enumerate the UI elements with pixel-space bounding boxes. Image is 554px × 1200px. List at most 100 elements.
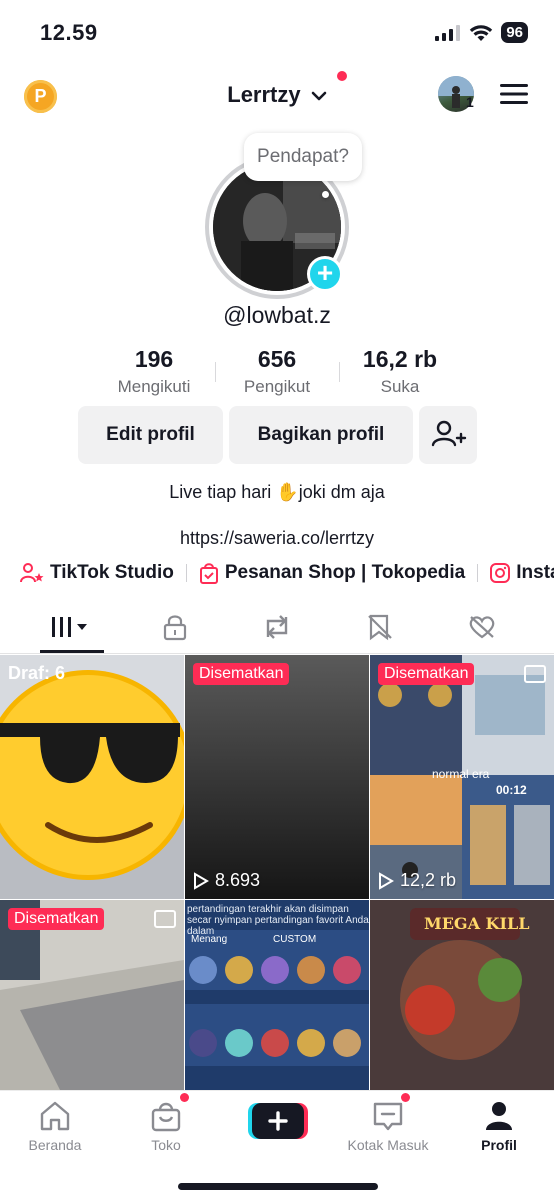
- nav-label: Beranda: [28, 1137, 82, 1153]
- shop-bag-icon: [151, 1102, 181, 1132]
- add-story-button[interactable]: +: [307, 256, 343, 292]
- stat-label: Suka: [380, 377, 420, 396]
- nav-shop[interactable]: Toko: [116, 1099, 216, 1153]
- person-star-icon: [20, 563, 44, 583]
- notification-dot: [180, 1093, 189, 1102]
- home-indicator[interactable]: [178, 1183, 378, 1190]
- video-game-results[interactable]: pertandingan terakhir akan disimpan seca…: [185, 900, 369, 1090]
- tab-liked[interactable]: [452, 610, 512, 644]
- notification-dot: [337, 71, 347, 81]
- nav-profile[interactable]: Profil: [449, 1099, 549, 1153]
- share-profile-button[interactable]: Bagikan profil: [229, 406, 413, 464]
- play-icon: [194, 871, 209, 890]
- drafts-thumbnail: [0, 655, 184, 899]
- hamburger-menu-icon[interactable]: [500, 82, 528, 106]
- inbox-icon: [373, 1102, 403, 1131]
- profile-header: P Lerrtzy 1: [0, 70, 554, 122]
- stat-value: 16,2 rb: [362, 346, 438, 372]
- shopping-bag-icon: [199, 563, 218, 584]
- overlay-text: pertandingan terakhir akan disimpan seca…: [187, 904, 369, 937]
- battery-indicator: 96: [501, 22, 528, 43]
- pinned-video-2[interactable]: Disematkan normal era 00:12 12,2 rb: [370, 655, 554, 899]
- stat-likes[interactable]: 16,2 rb Suka: [340, 346, 460, 397]
- create-button[interactable]: [248, 1103, 308, 1139]
- liked-icon: [469, 616, 495, 639]
- stat-following[interactable]: 196 Mengikuti: [94, 346, 214, 397]
- nav-label: Toko: [151, 1137, 181, 1153]
- status-icons: 96: [435, 22, 528, 43]
- video-mega-kill[interactable]: MEGA KILL: [370, 900, 554, 1090]
- wifi-icon: [470, 24, 493, 41]
- notification-dot: [401, 1093, 410, 1102]
- pinned-badge: Disematkan: [193, 663, 290, 685]
- repost-icon: [266, 615, 288, 639]
- view-count: 12,2 rb: [378, 870, 456, 891]
- videos-grid-icon: [52, 617, 87, 637]
- overlay-text: normal era: [432, 767, 490, 781]
- home-icon: [40, 1101, 70, 1131]
- instagram-icon: [490, 563, 511, 583]
- quick-link-shop-orders[interactable]: Pesanan Shop | Tokopedia: [199, 562, 465, 584]
- overlay-menang: Menang: [191, 934, 228, 945]
- stat-divider: [215, 362, 216, 382]
- add-person-icon: [431, 420, 467, 447]
- stat-value: 196: [134, 346, 174, 372]
- tab-reposts[interactable]: [247, 610, 307, 644]
- play-icon: [379, 871, 394, 890]
- add-friend-button[interactable]: [419, 406, 477, 464]
- overlay-custom: CUSTOM: [273, 934, 317, 945]
- profile-bio: Live tiap hari ✋️joki dm aja: [169, 482, 385, 502]
- profile-icon: [486, 1102, 512, 1130]
- stat-followers[interactable]: 656 Pengikut: [217, 346, 337, 397]
- quick-link-separator: [477, 564, 479, 582]
- stat-label: Pengikut: [243, 377, 311, 396]
- bottom-navigation: Beranda Toko Kotak Masuk Profil: [0, 1090, 554, 1200]
- quick-link-tiktok-studio[interactable]: TikTok Studio: [20, 562, 174, 584]
- chevron-down-icon: [311, 91, 327, 101]
- stat-value: 656: [257, 346, 297, 372]
- active-tab-indicator: [40, 650, 104, 653]
- quick-links: TikTok Studio Pesanan Shop | Tokopedia I…: [20, 560, 554, 586]
- nav-inbox[interactable]: Kotak Masuk: [338, 1099, 438, 1153]
- status-time: 12.59: [40, 20, 98, 45]
- drafts-cell[interactable]: Draf: 6: [0, 655, 184, 899]
- overlay-megakill: MEGA KILL: [424, 914, 530, 933]
- content-tabs: [0, 600, 554, 654]
- drafts-label: Draf: 6: [8, 663, 66, 683]
- bubble-tail-dot: [322, 191, 329, 198]
- status-bar: 12.59 96: [0, 0, 554, 64]
- quick-link-label: Pesanan Shop | Tokopedia: [224, 562, 466, 583]
- pinned-badge: Disematkan: [378, 663, 475, 685]
- photo-icon: [524, 665, 546, 683]
- quick-link-instagram[interactable]: Instag: [490, 562, 554, 584]
- profile-handle: @lowbat.z: [223, 302, 331, 328]
- tab-saved[interactable]: [350, 610, 410, 644]
- quick-link-label: TikTok Studio: [50, 562, 174, 583]
- signal-icon: [435, 24, 461, 41]
- profile-stats: 196 Mengikuti 656 Pengikut 16,2 rb Suka: [0, 346, 554, 402]
- saved-icon: [368, 614, 392, 641]
- tab-private[interactable]: [145, 610, 205, 644]
- quick-link-label: Instag: [516, 562, 554, 583]
- nav-label: Kotak Masuk: [347, 1137, 429, 1153]
- stat-label: Mengikuti: [117, 377, 191, 396]
- view-count-value: 12,2 rb: [400, 870, 457, 890]
- account-username: Lerrtzy: [227, 82, 301, 107]
- pinned-video-1[interactable]: Disematkan 8.693: [185, 655, 369, 899]
- video-grid: Draf: 6 Disematkan 8.693 Disematkan norm…: [0, 655, 554, 1090]
- tab-videos[interactable]: [42, 610, 102, 644]
- nav-label: Profil: [481, 1137, 517, 1153]
- create-plus-icon: [248, 1103, 308, 1139]
- quick-link-separator: [185, 564, 187, 582]
- pinned-video-3[interactable]: Disematkan: [0, 900, 184, 1090]
- photo-icon: [154, 910, 176, 928]
- nav-home[interactable]: Beranda: [5, 1099, 105, 1153]
- video-thumbnail: [185, 655, 369, 899]
- account-count: 1: [466, 94, 474, 110]
- view-count-value: 8.693: [215, 870, 261, 890]
- edit-profile-button[interactable]: Edit profil: [78, 406, 223, 464]
- profile-link[interactable]: https://saweria.co/lerrtzy: [0, 528, 554, 549]
- thoughts-bubble[interactable]: Pendapat?: [244, 133, 362, 181]
- view-count: 8.693: [193, 870, 260, 891]
- pinned-badge: Disematkan: [8, 908, 105, 930]
